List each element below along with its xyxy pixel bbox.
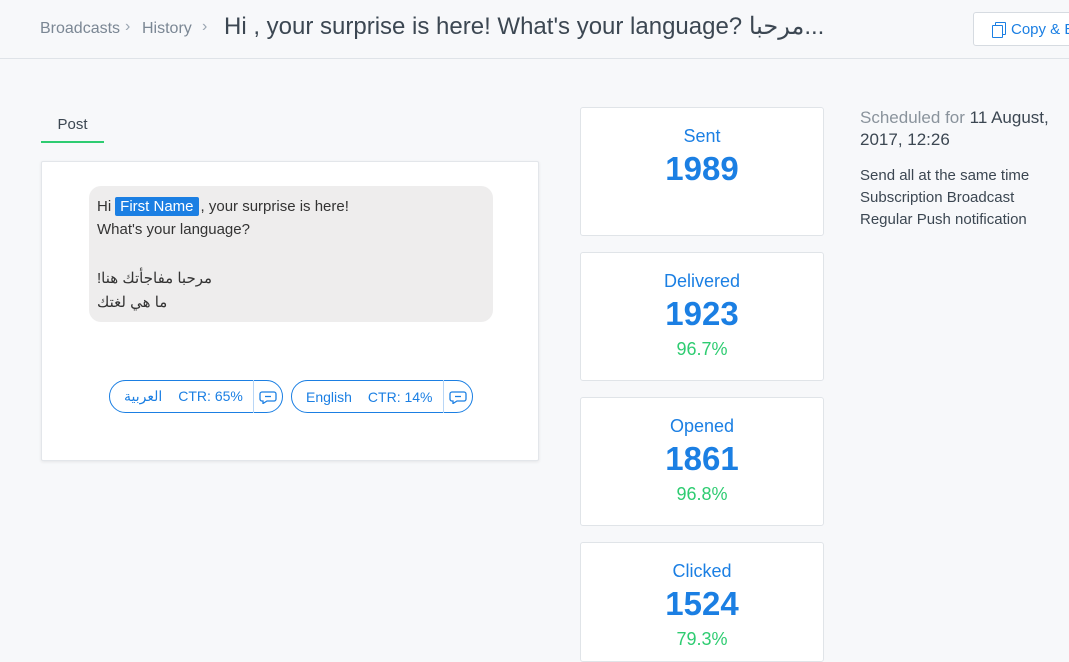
schedule-info: Scheduled for 11 August, 2017, 12:26 bbox=[860, 107, 1065, 151]
quick-reply-english[interactable]: English CTR: 14% bbox=[291, 380, 473, 413]
message-bubble-icon[interactable] bbox=[443, 390, 472, 404]
stat-label: Delivered bbox=[663, 271, 741, 291]
copy-edit-button[interactable]: Copy & E bbox=[973, 12, 1069, 46]
message-text: , your surprise is here! bbox=[200, 198, 349, 215]
stat-value: 1524 bbox=[665, 585, 739, 622]
stat-card-sent: Sent 1989 bbox=[580, 107, 824, 236]
quick-reply-ctr: CTR: 14% bbox=[367, 388, 433, 405]
post-preview-card: Hi First Name, your surprise is here! Wha… bbox=[41, 161, 539, 461]
stat-percent: 79.3% bbox=[676, 629, 728, 649]
stat-percent: 96.8% bbox=[676, 484, 728, 504]
stat-card-delivered: Delivered 1923 96.7% bbox=[580, 252, 824, 381]
message-bubble: Hi First Name, your surprise is here! Wha… bbox=[89, 186, 493, 322]
stat-percent: 96.7% bbox=[676, 339, 728, 359]
copy-edit-label: Copy & E bbox=[1011, 20, 1069, 38]
message-bubble-icon[interactable] bbox=[254, 390, 282, 404]
quick-reply-ctr: CTR: 65% bbox=[178, 388, 243, 404]
chevron-right-icon: › bbox=[202, 18, 208, 35]
stat-value: 1989 bbox=[665, 150, 739, 187]
broadcast-type: Subscription Broadcast bbox=[860, 189, 1015, 206]
stat-value: 1923 bbox=[665, 295, 739, 332]
stat-value: 1861 bbox=[665, 440, 739, 477]
greeting-text: Hi bbox=[97, 198, 112, 215]
copy-icon bbox=[992, 22, 1006, 38]
quick-reply-label: English bbox=[306, 388, 352, 405]
chevron-right-icon: › bbox=[125, 18, 131, 35]
schedule-prefix: Scheduled for bbox=[860, 108, 970, 127]
stat-label: Sent bbox=[683, 126, 721, 146]
page-title: Hi , your surprise is here! What's your … bbox=[224, 13, 825, 40]
top-bar: Broadcasts › History › Hi , your surpris… bbox=[0, 0, 1069, 59]
notification-type: Regular Push notification bbox=[860, 211, 1027, 228]
message-line-3: مرحبا مفاجأتك هنا! bbox=[97, 270, 213, 287]
stat-label: Clicked bbox=[672, 561, 732, 581]
stat-card-opened: Opened 1861 96.8% bbox=[580, 397, 824, 526]
message-line-1: Hi First Name, your surprise is here! bbox=[97, 197, 349, 216]
message-line-4: ما هي لغتك bbox=[97, 294, 168, 311]
send-mode: Send all at the same time bbox=[860, 167, 1030, 184]
stat-label: Opened bbox=[669, 416, 735, 436]
tab-post[interactable]: Post bbox=[41, 116, 104, 143]
message-line-2: What's your language? bbox=[97, 221, 250, 238]
breadcrumb-broadcasts[interactable]: Broadcasts bbox=[40, 20, 120, 38]
quick-reply-arabic[interactable]: العربية CTR: 65% bbox=[109, 380, 283, 413]
quick-reply-label: العربية bbox=[124, 388, 163, 404]
breadcrumb-history[interactable]: History bbox=[142, 20, 192, 38]
stat-card-clicked: Clicked 1524 79.3% bbox=[580, 542, 824, 662]
first-name-tag: First Name bbox=[115, 197, 199, 216]
